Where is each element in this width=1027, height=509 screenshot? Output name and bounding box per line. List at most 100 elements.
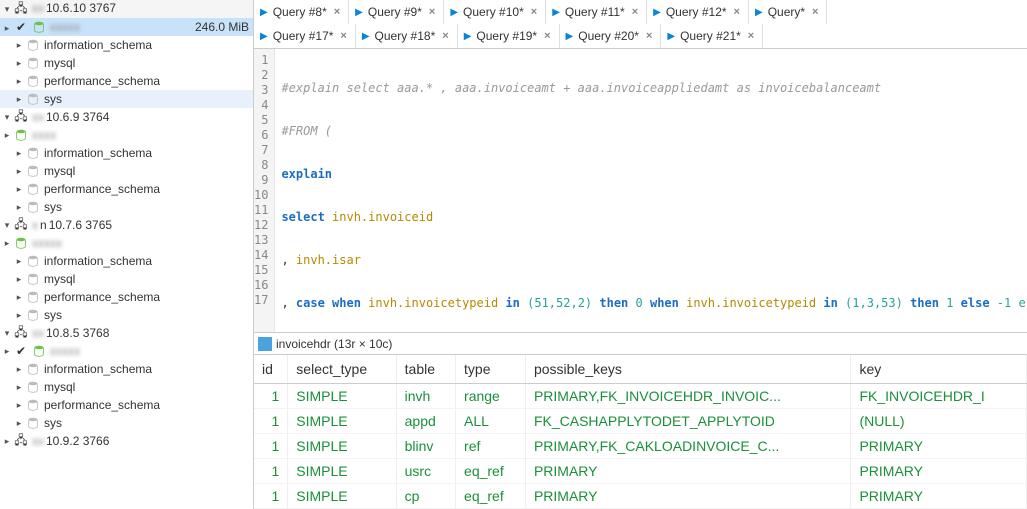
cell[interactable]: FK_INVOICEHDR_I [851,384,1027,409]
server-4-db[interactable]: ▸✔xxxxx [0,342,253,360]
result-grid[interactable]: idselect_typetabletypepossible_keyskey 1… [254,355,1027,509]
cell[interactable]: PRIMARY,FK_CAKLOADINVOICE_C... [525,434,851,459]
chevron-right-icon: ▸ [14,400,24,411]
sidebar-item[interactable]: ▸performance_schema [0,396,253,414]
cell[interactable]: 1 [254,409,288,434]
cell[interactable]: PRIMARY [525,484,851,509]
result-tab[interactable]: invoicehdr (13r × 10c) [254,333,1027,355]
server-1-row[interactable]: ▾🖧xx10.6.10 3767 [0,0,253,18]
close-icon[interactable]: × [427,6,437,18]
cell[interactable]: invh [396,384,455,409]
column-header[interactable]: possible_keys [525,355,851,384]
cell[interactable]: FK_CASHAPPLYTODET_APPLYTOID [525,409,851,434]
cell[interactable]: (NULL) [851,409,1027,434]
db-icon [32,20,46,35]
server-4-row[interactable]: ▾🖧xx10.8.5 3768 [0,324,253,342]
chevron-right-icon: ▸ [14,364,24,375]
close-icon[interactable]: × [529,6,539,18]
sidebar-item-information-schema[interactable]: ▸information_schema [0,36,253,54]
chevron-right-icon: ▸ [14,148,24,159]
db-icon [14,236,28,251]
server-3-db[interactable]: ▸xxxxx [0,234,253,252]
query-tab[interactable]: ▶Query #17*× [254,24,356,48]
sidebar-item-mysql[interactable]: ▸mysql [0,54,253,72]
sql-editor[interactable]: 1234567891011121314151617 #explain selec… [254,49,1027,333]
cell[interactable]: PRIMARY,FK_INVOICEHDR_INVOIC... [525,384,851,409]
sidebar-item[interactable]: ▸mysql [0,378,253,396]
query-tab[interactable]: ▶Query #20*× [560,24,662,48]
close-icon[interactable]: × [732,6,742,18]
query-tab[interactable]: ▶Query #19*× [458,24,560,48]
cell[interactable]: PRIMARY [851,484,1027,509]
cell[interactable]: cp [396,484,455,509]
close-icon[interactable]: × [542,30,552,42]
query-tab[interactable]: ▶Query #18*× [356,24,458,48]
cell[interactable]: appd [396,409,455,434]
cell[interactable]: PRIMARY [851,434,1027,459]
table-row[interactable]: 1SIMPLEappdALLFK_CASHAPPLYTODET_APPLYTOI… [254,409,1027,434]
table-row[interactable]: 1SIMPLEblinvrefPRIMARY,FK_CAKLOADINVOICE… [254,434,1027,459]
query-tab[interactable]: ▶Query*× [749,0,828,24]
cell[interactable]: 1 [254,484,288,509]
server-1-selected-db[interactable]: ▸✔xxxxx 246.0 MiB [0,18,253,36]
column-header[interactable]: table [396,355,455,384]
close-icon[interactable]: × [746,30,756,42]
column-header[interactable]: id [254,355,288,384]
close-icon[interactable]: × [810,6,820,18]
cell[interactable]: 1 [254,459,288,484]
editor-code[interactable]: #explain select aaa.* , aaa.invoiceamt +… [275,49,1027,332]
cell[interactable]: usrc [396,459,455,484]
column-header[interactable]: select_type [288,355,396,384]
server-2-db[interactable]: ▸xxxx [0,126,253,144]
sidebar-item[interactable]: ▸information_schema [0,144,253,162]
server-3-row[interactable]: ▾🖧xn 10.7.6 3765 [0,216,253,234]
table-row[interactable]: 1SIMPLEcpeq_refPRIMARYPRIMARY [254,484,1027,509]
cell[interactable]: eq_ref [456,459,526,484]
sidebar-item[interactable]: ▸sys [0,414,253,432]
close-icon[interactable]: × [332,6,342,18]
cell[interactable]: PRIMARY [525,459,851,484]
table-row[interactable]: 1SIMPLEusrceq_refPRIMARYPRIMARY [254,459,1027,484]
close-icon[interactable]: × [440,30,450,42]
query-tab[interactable]: ▶Query #9*× [349,0,444,24]
query-tab[interactable]: ▶Query #8*× [254,0,349,24]
cell[interactable]: SIMPLE [288,384,396,409]
sidebar-item[interactable]: ▸information_schema [0,252,253,270]
cell[interactable]: 1 [254,434,288,459]
query-tab[interactable]: ▶Query #21*× [661,24,763,48]
sidebar-item-performance-schema[interactable]: ▸performance_schema [0,72,253,90]
sidebar-item[interactable]: ▸performance_schema [0,180,253,198]
cell[interactable]: blinv [396,434,455,459]
cell[interactable]: range [456,384,526,409]
close-icon[interactable]: × [630,6,640,18]
sidebar-item[interactable]: ▸mysql [0,162,253,180]
cell[interactable]: SIMPLE [288,409,396,434]
query-tab[interactable]: ▶Query #11*× [546,0,647,24]
cell[interactable]: SIMPLE [288,434,396,459]
check-icon: ✔ [14,344,28,358]
server-5-row[interactable]: ▸🖧xx10.9.2 3766 [0,432,253,450]
cell[interactable]: ref [456,434,526,459]
cell[interactable]: eq_ref [456,484,526,509]
query-tab[interactable]: ▶Query #10*× [444,0,546,24]
server-2-row[interactable]: ▾🖧xx10.6.9 3764 [0,108,253,126]
close-icon[interactable]: × [338,30,348,42]
cell[interactable]: ALL [456,409,526,434]
sidebar-item[interactable]: ▸sys [0,306,253,324]
chevron-right-icon: ▸ [14,58,24,69]
sidebar-item-sys[interactable]: ▸sys [0,90,253,108]
query-tab[interactable]: ▶Query #12*× [647,0,749,24]
column-header[interactable]: type [456,355,526,384]
sidebar-item[interactable]: ▸mysql [0,270,253,288]
chevron-down-icon: ▾ [2,112,12,123]
close-icon[interactable]: × [644,30,654,42]
cell[interactable]: PRIMARY [851,459,1027,484]
cell[interactable]: SIMPLE [288,459,396,484]
cell[interactable]: 1 [254,384,288,409]
cell[interactable]: SIMPLE [288,484,396,509]
table-row[interactable]: 1SIMPLEinvhrangePRIMARY,FK_INVOICEHDR_IN… [254,384,1027,409]
sidebar-item[interactable]: ▸information_schema [0,360,253,378]
column-header[interactable]: key [851,355,1027,384]
sidebar-item[interactable]: ▸performance_schema [0,288,253,306]
sidebar-item[interactable]: ▸sys [0,198,253,216]
